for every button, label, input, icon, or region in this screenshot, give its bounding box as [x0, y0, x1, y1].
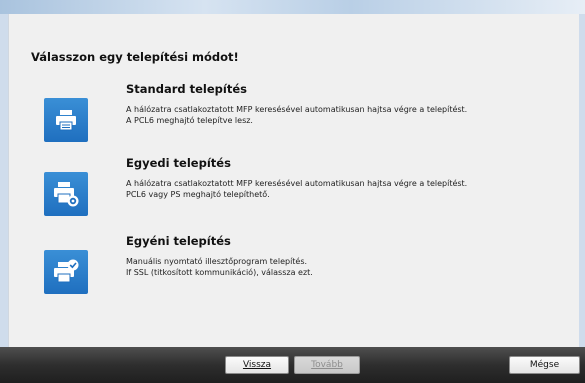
- option-title[interactable]: Standard telepítés: [126, 82, 247, 96]
- custom-install-tile[interactable]: [44, 172, 88, 216]
- cancel-button[interactable]: Mégse: [509, 356, 580, 374]
- window-left-edge: [0, 14, 8, 347]
- option-description-line: Manuális nyomtató illesztőprogram telepí…: [126, 257, 308, 266]
- option-standard[interactable]: Standard telepítés A hálózatra csatlakoz…: [9, 82, 579, 142]
- option-description: A hálózatra csatlakoztatott MFP keresésé…: [126, 178, 467, 200]
- cancel-button-label: Mégse: [529, 360, 560, 370]
- window-top-edge: [0, 0, 585, 14]
- content-panel: Válasszon egy telepítési módot! Standard…: [8, 14, 579, 347]
- manual-install-tile[interactable]: [44, 250, 88, 294]
- next-button-label: Tovább: [311, 360, 343, 370]
- printer-icon: [56, 110, 76, 131]
- option-title[interactable]: Egyéni telepítés: [126, 234, 231, 248]
- option-manual[interactable]: Egyéni telepítés Manuális nyomtató illes…: [9, 234, 579, 294]
- option-description-line: A hálózatra csatlakoztatott MFP keresésé…: [126, 179, 468, 188]
- option-description-line: PCL6 vagy PS meghajtó telepíthető.: [126, 190, 270, 199]
- window-right-edge: [578, 14, 585, 347]
- printer-gear-icon: [54, 182, 79, 207]
- printer-check-icon: [54, 259, 79, 283]
- option-description-line: If SSL (titkosított kommunikáció), válas…: [126, 268, 313, 277]
- option-description: Manuális nyomtató illesztőprogram telepí…: [126, 256, 313, 278]
- option-title[interactable]: Egyedi telepítés: [126, 156, 231, 170]
- option-custom[interactable]: Egyedi telepítés A hálózatra csatlakozta…: [9, 156, 579, 216]
- next-button[interactable]: Tovább: [294, 356, 360, 374]
- option-description: A hálózatra csatlakoztatott MFP keresésé…: [126, 104, 467, 126]
- back-button-label: Vissza: [242, 360, 272, 370]
- button-bar: Vissza Tovább Mégse: [0, 347, 585, 383]
- back-button[interactable]: Vissza: [225, 356, 289, 374]
- option-description-line: A PCL6 meghajtó telepítve lesz.: [126, 116, 253, 125]
- standard-install-tile[interactable]: [44, 98, 88, 142]
- option-description-line: A hálózatra csatlakoztatott MFP keresésé…: [126, 105, 468, 114]
- page-title: Válasszon egy telepítési módot!: [31, 50, 239, 64]
